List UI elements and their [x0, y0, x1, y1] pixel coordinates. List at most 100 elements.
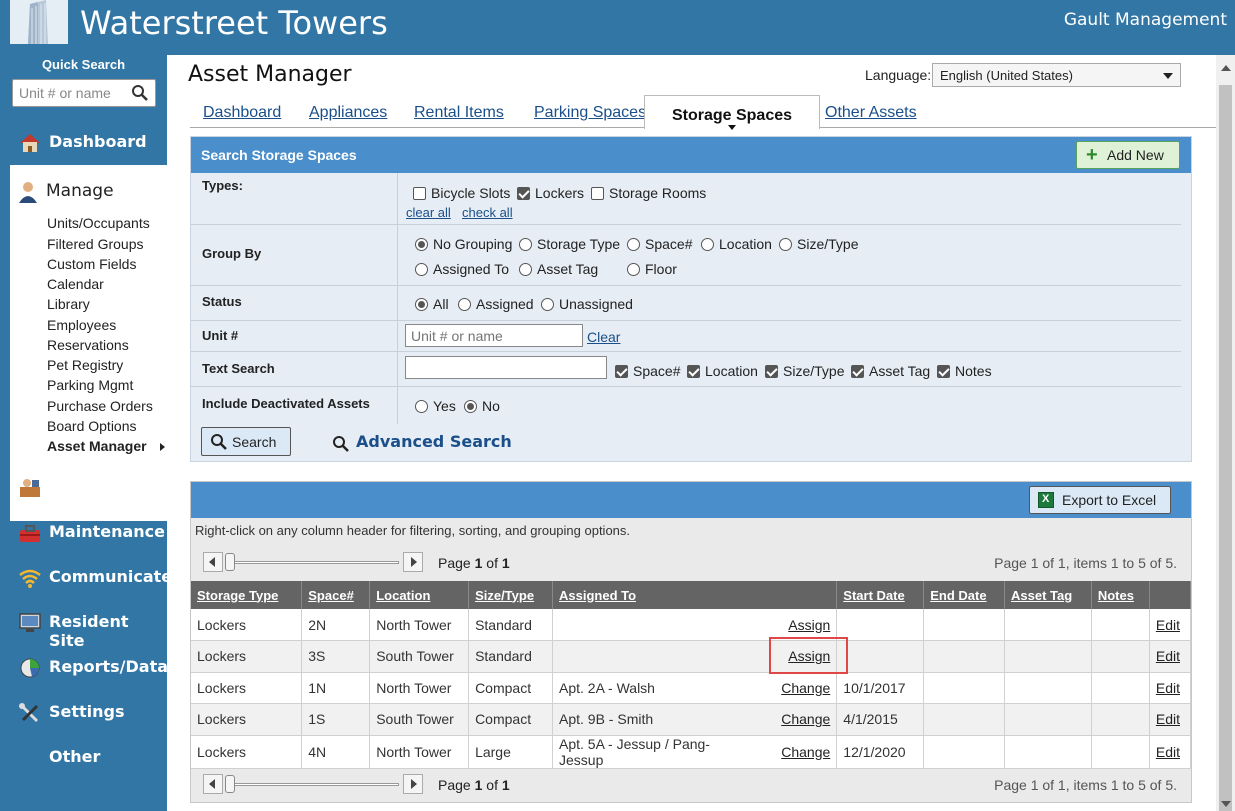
radio[interactable]	[519, 263, 532, 276]
page-slider[interactable]	[227, 561, 399, 564]
checkbox-checked[interactable]	[615, 365, 628, 378]
text-field-location[interactable]: Location	[687, 363, 758, 379]
clear-all-link[interactable]: clear all	[406, 205, 451, 220]
checkbox-checked[interactable]	[687, 365, 700, 378]
unit-input[interactable]	[405, 324, 583, 347]
sub-units-occupants[interactable]: Units/Occupants	[47, 215, 150, 231]
checkbox-checked[interactable]	[937, 365, 950, 378]
nav-other[interactable]: Other	[0, 737, 167, 777]
col-assigned-to[interactable]: Assigned To	[552, 581, 754, 609]
unit-clear-link[interactable]: Clear	[587, 329, 620, 345]
nav-reports-data[interactable]: Reports/Data	[0, 647, 168, 687]
edit-link[interactable]: Edit	[1156, 648, 1180, 664]
page-slider-handle[interactable]	[225, 775, 235, 793]
add-new-button[interactable]: + Add New	[1076, 141, 1180, 169]
col-start-date[interactable]: Start Date	[836, 581, 925, 609]
group-location[interactable]: Location	[701, 236, 772, 252]
tab-dashboard[interactable]: Dashboard	[203, 104, 281, 122]
search-button[interactable]: Search	[201, 427, 291, 456]
text-search-input[interactable]	[405, 356, 607, 379]
checkbox[interactable]	[413, 187, 426, 200]
nav-resident-site[interactable]: Resident Site	[0, 602, 167, 650]
advanced-search-link[interactable]: Advanced Search	[333, 432, 512, 452]
status-unassigned[interactable]: Unassigned	[541, 296, 633, 312]
search-icon[interactable]	[131, 84, 149, 105]
text-field-notes[interactable]: Notes	[937, 363, 992, 379]
edit-link[interactable]: Edit	[1156, 617, 1180, 633]
edit-link[interactable]: Edit	[1156, 680, 1180, 696]
col-asset-tag[interactable]: Asset Tag	[1004, 581, 1092, 609]
tab-appliances[interactable]: Appliances	[309, 104, 387, 122]
type-bicycle-slots[interactable]: Bicycle Slots	[413, 185, 510, 201]
export-to-excel-button[interactable]: Export to Excel	[1029, 486, 1171, 514]
nav-dashboard[interactable]: Dashboard	[0, 122, 167, 162]
page-slider[interactable]	[227, 783, 399, 786]
radio[interactable]	[541, 298, 554, 311]
nav-maintenance[interactable]: Maintenance	[0, 512, 167, 552]
text-field-asset-tag[interactable]: Asset Tag	[851, 363, 930, 379]
page-scrollbar[interactable]	[1216, 55, 1235, 811]
text-field-space[interactable]: Space#	[615, 363, 680, 379]
radio[interactable]	[519, 238, 532, 251]
sub-calendar[interactable]: Calendar	[47, 276, 104, 292]
page-slider-handle[interactable]	[225, 553, 235, 571]
sub-board-options[interactable]: Board Options	[47, 418, 137, 434]
next-page-button[interactable]	[403, 774, 423, 794]
status-assigned[interactable]: Assigned	[458, 296, 534, 312]
change-link[interactable]: Change	[781, 711, 830, 727]
checkbox-checked[interactable]	[851, 365, 864, 378]
group-space[interactable]: Space#	[627, 236, 692, 252]
radio[interactable]	[458, 298, 471, 311]
building-logo[interactable]	[10, 0, 68, 44]
radio[interactable]	[415, 263, 428, 276]
prev-page-button[interactable]	[203, 552, 223, 572]
radio-selected[interactable]	[415, 238, 428, 251]
radio[interactable]	[779, 238, 792, 251]
sub-custom-fields[interactable]: Custom Fields	[47, 256, 136, 272]
radio[interactable]	[701, 238, 714, 251]
nav-front-desk[interactable]: Front Desk	[0, 467, 167, 507]
prev-page-button[interactable]	[203, 774, 223, 794]
type-storage-rooms[interactable]: Storage Rooms	[591, 185, 706, 201]
type-lockers[interactable]: Lockers	[517, 185, 584, 201]
tab-rental-items[interactable]: Rental Items	[414, 104, 504, 122]
next-page-button[interactable]	[403, 552, 423, 572]
group-storage-type[interactable]: Storage Type	[519, 236, 620, 252]
sub-pet-registry[interactable]: Pet Registry	[47, 357, 123, 373]
tab-other-assets[interactable]: Other Assets	[825, 104, 917, 122]
checkbox[interactable]	[591, 187, 604, 200]
group-size-type[interactable]: Size/Type	[779, 236, 858, 252]
nav-communicate[interactable]: Communicate	[0, 557, 172, 597]
edit-link[interactable]: Edit	[1156, 744, 1180, 760]
sub-employees[interactable]: Employees	[47, 317, 116, 333]
radio-selected[interactable]	[464, 400, 477, 413]
group-no-grouping[interactable]: No Grouping	[415, 236, 512, 252]
sub-library[interactable]: Library	[47, 296, 90, 312]
nav-settings[interactable]: Settings	[0, 692, 167, 732]
group-asset-tag[interactable]: Asset Tag	[519, 261, 598, 277]
col-end-date[interactable]: End Date	[923, 581, 1006, 609]
check-all-link[interactable]: check all	[462, 205, 513, 220]
assign-link[interactable]: Assign	[788, 617, 830, 633]
sub-filtered-groups[interactable]: Filtered Groups	[47, 236, 143, 252]
radio[interactable]	[627, 263, 640, 276]
col-location[interactable]: Location	[369, 581, 470, 609]
sub-purchase-orders[interactable]: Purchase Orders	[47, 398, 153, 414]
status-all[interactable]: All	[415, 296, 449, 312]
text-field-size-type[interactable]: Size/Type	[765, 363, 844, 379]
group-floor[interactable]: Floor	[627, 261, 677, 277]
deactivated-yes[interactable]: Yes	[415, 398, 456, 414]
checkbox-checked[interactable]	[517, 187, 530, 200]
tab-parking-spaces[interactable]: Parking Spaces	[534, 104, 646, 122]
radio-selected[interactable]	[415, 298, 428, 311]
col-storage-type[interactable]: Storage Type	[191, 581, 303, 609]
col-notes[interactable]: Notes	[1091, 581, 1150, 609]
col-size-type[interactable]: Size/Type	[468, 581, 553, 609]
scroll-up-icon[interactable]	[1221, 65, 1231, 71]
tab-storage-spaces[interactable]: Storage Spaces	[644, 95, 820, 130]
scroll-down-icon[interactable]	[1221, 801, 1231, 807]
radio[interactable]	[415, 400, 428, 413]
deactivated-no[interactable]: No	[464, 398, 500, 414]
nav-manage[interactable]: Manage	[46, 181, 114, 201]
checkbox-checked[interactable]	[765, 365, 778, 378]
